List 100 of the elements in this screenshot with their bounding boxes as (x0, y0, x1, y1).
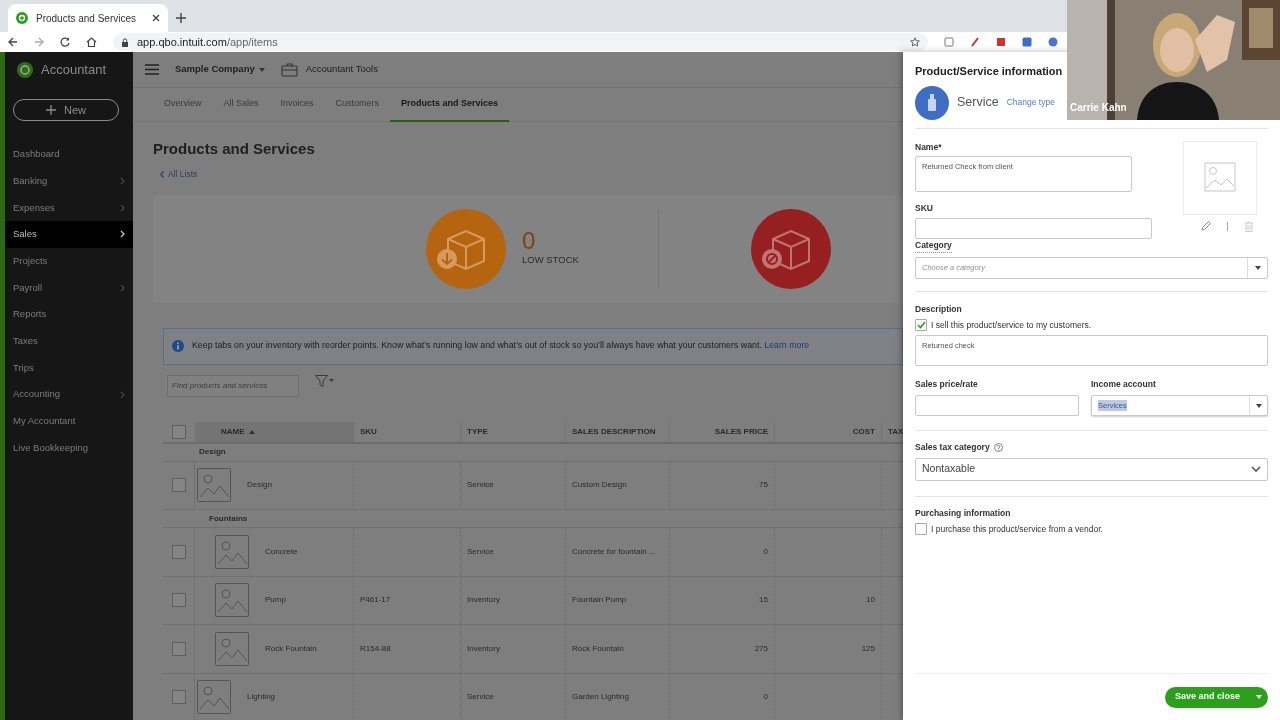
table-cell: Fountain Pump (572, 594, 627, 607)
row-checkbox[interactable] (171, 641, 186, 656)
nav-tab[interactable]: Overview (153, 88, 213, 122)
checkbox[interactable] (915, 318, 927, 331)
row-checkbox[interactable] (171, 544, 186, 559)
row-checkbox[interactable] (171, 478, 186, 493)
reload-icon[interactable] (60, 37, 70, 47)
banner-text: Keep tabs on your inventory with reorder points. Know what’s running low and what’s out of stock so you’ll always have what your customers want. Learn more (192, 339, 810, 353)
extension-icon[interactable] (1022, 37, 1032, 47)
sidebar-item[interactable]: Projects (5, 247, 133, 275)
table-cell: Pump (265, 594, 286, 607)
table-cell: 275 (754, 642, 768, 655)
help-icon[interactable] (993, 442, 1003, 452)
column-header[interactable]: SKU (354, 421, 461, 442)
caret-icon (258, 67, 265, 72)
caret-icon (1254, 265, 1261, 270)
table-cell: Concrete (265, 545, 298, 558)
column-header[interactable]: SALES PRICE (670, 421, 775, 442)
new-tab-icon[interactable] (176, 13, 186, 23)
table-cell: Custom Design (572, 479, 627, 492)
image-placeholder-icon (197, 680, 231, 715)
participant-name: Carrie Kahn (1070, 101, 1127, 115)
extension-icon[interactable] (996, 37, 1006, 47)
sidebar-item[interactable]: My Accountant (5, 407, 133, 435)
column-header[interactable]: SALES DESCRIPTION (566, 421, 670, 442)
briefcase-icon (280, 62, 298, 77)
table-cell: Service (467, 691, 494, 704)
chevron-icon (120, 283, 125, 292)
column-header[interactable]: COST (775, 421, 882, 442)
field-label: Sales tax category (915, 441, 990, 454)
chevron-icon (160, 170, 164, 178)
extension-icon[interactable] (1048, 37, 1058, 47)
sidebar-item[interactable]: Banking (5, 167, 133, 195)
change-type-link[interactable]: Change type (1006, 96, 1055, 109)
chevron-icon (120, 203, 125, 212)
tax-category-select[interactable]: Nontaxable (915, 457, 1268, 481)
drawer-title: Product/Service information (915, 64, 1064, 79)
trash-icon[interactable] (1243, 220, 1254, 232)
back-link[interactable]: All Lists (160, 167, 198, 181)
table-cell: 125 (861, 642, 875, 655)
table-cell: Service (467, 545, 494, 558)
info-icon (172, 340, 184, 352)
table-cell: Rock Fountain (572, 642, 624, 655)
table-cell: Concrete for fountain ... (572, 545, 656, 558)
price-field[interactable] (915, 395, 1079, 416)
forward-icon[interactable] (34, 37, 44, 47)
accountant-tools-link[interactable]: Accountant Tools (280, 62, 378, 77)
field-label: Name* (915, 140, 943, 154)
nav-tab[interactable]: Customers (324, 88, 391, 122)
field-label: Description (915, 302, 963, 316)
category-label: Design (199, 446, 226, 458)
field-label: Purchasing information (915, 506, 1012, 520)
sort-icon (248, 429, 255, 434)
extension-icon[interactable] (970, 37, 980, 47)
row-checkbox[interactable] (171, 593, 186, 608)
pencil-icon[interactable] (1200, 221, 1211, 231)
separator-icon (1226, 221, 1228, 231)
checkbox[interactable] (915, 522, 927, 535)
plus-icon (46, 105, 56, 115)
sidebar-item[interactable]: Dashboard (5, 141, 133, 168)
favicon-icon (16, 12, 28, 24)
table-cell: Inventory (467, 642, 500, 655)
image-placeholder-icon (215, 583, 249, 618)
table-cell: 10 (866, 594, 875, 607)
sidebar-item[interactable]: Expenses (5, 194, 133, 222)
logo-icon (17, 62, 33, 78)
back-icon[interactable] (8, 37, 18, 47)
column-header[interactable]: TYPE (461, 421, 566, 442)
low-stock-icon (426, 208, 506, 289)
table-cell: Service (467, 479, 494, 492)
table-cell: Garden Lighting (572, 691, 629, 704)
menu-icon[interactable] (145, 64, 159, 75)
sidebar-item[interactable]: Payroll (5, 274, 133, 302)
company-selector[interactable]: Sample Company (175, 62, 265, 77)
sidebar-item[interactable]: Trips (5, 354, 133, 382)
column-header[interactable]: NAME (195, 421, 354, 442)
lock-icon (121, 37, 129, 47)
browser-tab[interactable]: Products and Services (8, 4, 168, 32)
extension-icon[interactable] (944, 37, 954, 47)
learn-more-link[interactable]: Learn more (764, 340, 810, 351)
sidebar-item[interactable]: Reports (5, 301, 133, 328)
sidebar-item[interactable]: Sales (5, 221, 133, 248)
nav-tab[interactable]: Invoices (269, 88, 325, 122)
caret-icon (1256, 695, 1262, 699)
sku-field[interactable] (915, 218, 1152, 239)
category-label: Fountains (209, 512, 248, 525)
star-icon[interactable] (910, 37, 920, 47)
sidebar-item[interactable]: Live Bookkeeping (5, 434, 133, 462)
sidebar-item[interactable]: Taxes (5, 327, 133, 355)
row-checkbox[interactable] (171, 690, 186, 705)
select-all-checkbox[interactable] (172, 424, 186, 439)
address-bar[interactable]: app.qbo.intuit.com/app/items (113, 33, 928, 51)
filter-icon[interactable] (315, 374, 335, 387)
sidebar-item[interactable]: Accounting (5, 381, 133, 408)
nav-tab[interactable]: Products and Services (390, 88, 510, 122)
home-icon[interactable] (86, 37, 97, 47)
close-icon[interactable] (152, 14, 160, 22)
url-text: app.qbo.intuit.com/app/items (137, 34, 278, 50)
table-cell: 15 (759, 594, 768, 607)
save-and-close-button[interactable]: Save and close (1165, 686, 1268, 708)
